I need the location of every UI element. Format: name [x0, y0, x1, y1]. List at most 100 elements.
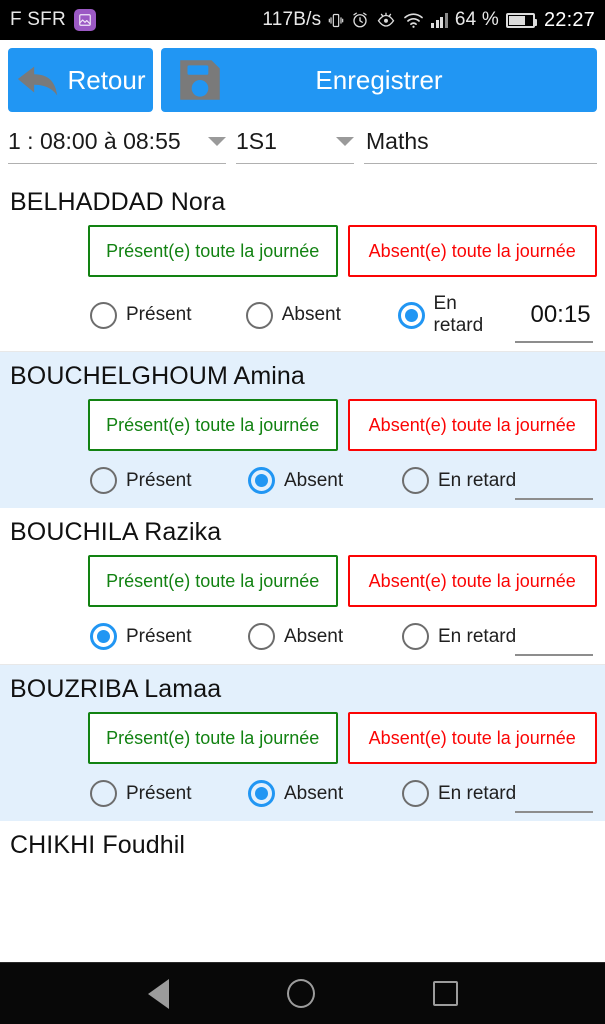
- radio-option-absent[interactable]: Absent: [248, 780, 402, 807]
- classroom-spinner-value: 1S1: [236, 128, 277, 154]
- radio-absent-label: Absent: [284, 625, 344, 647]
- network-speed-label: 117B/s: [262, 9, 322, 30]
- radio-option-absent[interactable]: Absent: [245, 301, 398, 329]
- subject-spinner-value: Maths: [366, 128, 429, 154]
- carrier-label: F SFR: [10, 9, 66, 30]
- image-badge-icon: [73, 9, 96, 31]
- student-row: CHIKHI Foudhil: [0, 821, 605, 878]
- radio-present-icon[interactable]: [90, 301, 117, 329]
- vibrate-icon: [328, 11, 344, 30]
- radio-late-icon[interactable]: [397, 301, 425, 329]
- student-name: CHIKHI Foudhil: [10, 831, 186, 859]
- classroom-spinner[interactable]: 1S1: [236, 128, 354, 164]
- save-button[interactable]: Enregistrer: [161, 48, 597, 112]
- radio-option-late[interactable]: En retard: [397, 293, 511, 337]
- subject-spinner[interactable]: Maths: [364, 128, 597, 164]
- radio-late-label: En retard: [438, 625, 517, 647]
- attendance-radio-group: Présent Absent En retard: [8, 451, 597, 498]
- absent-all-day-label: Absent(e) toute la journée: [368, 727, 576, 748]
- back-arrow-icon: [15, 60, 61, 100]
- cellular-signal-icon: [431, 12, 448, 28]
- eye-care-icon: [376, 11, 396, 29]
- period-spinner-value: 1 : 08:00 à 08:55: [8, 128, 181, 154]
- late-duration-input[interactable]: 00:15: [524, 301, 597, 329]
- radio-option-present[interactable]: Présent: [90, 467, 248, 494]
- all-day-buttons: Présent(e) toute la journée Absent(e) tou…: [8, 555, 597, 607]
- absent-all-day-button[interactable]: Absent(e) toute la journée: [347, 712, 597, 764]
- late-duration-underline: [515, 498, 593, 500]
- radio-late-icon[interactable]: [402, 623, 429, 650]
- period-spinner[interactable]: 1 : 08:00 à 08:55: [8, 128, 226, 164]
- radio-absent-icon[interactable]: [248, 467, 275, 494]
- radio-option-late[interactable]: En retard: [402, 780, 516, 807]
- student-list: BELHADDAD Nora Présent(e) toute la journé…: [0, 178, 605, 878]
- radio-present-icon[interactable]: [90, 623, 117, 650]
- wifi-icon: [403, 12, 424, 29]
- radio-present-icon[interactable]: [90, 467, 117, 494]
- status-bar-right: 117B/s 64 % 22:27: [262, 9, 595, 32]
- radio-late-icon[interactable]: [402, 467, 429, 494]
- alarm-clock-icon: [351, 11, 369, 29]
- radio-present-icon[interactable]: [90, 780, 117, 807]
- present-all-day-button[interactable]: Présent(e) toute la journée: [88, 555, 338, 607]
- floppy-disk-save-icon: [175, 55, 225, 105]
- absent-all-day-label: Absent(e) toute la journée: [368, 240, 576, 261]
- back-button-label: Retour: [67, 64, 146, 95]
- student-name: BOUCHILA Razika: [10, 518, 222, 546]
- present-all-day-button[interactable]: Présent(e) toute la journée: [88, 399, 338, 451]
- nav-back-triangle-icon[interactable]: [147, 978, 169, 1009]
- android-navigation-bar: [0, 962, 605, 1024]
- absent-all-day-label: Absent(e) toute la journée: [368, 570, 576, 591]
- radio-late-label: En retard: [438, 782, 517, 804]
- save-button-label: Enregistrer: [315, 64, 443, 95]
- radio-late-label: En retard: [433, 293, 484, 336]
- radio-late-icon[interactable]: [402, 780, 429, 807]
- radio-present-label: Présent: [126, 304, 192, 325]
- radio-absent-icon[interactable]: [248, 780, 275, 807]
- student-name: BOUCHELGHOUM Amina: [10, 362, 305, 390]
- late-duration-underline: [515, 654, 593, 656]
- radio-present-label: Présent: [126, 469, 192, 491]
- radio-option-present[interactable]: Présent: [90, 623, 248, 650]
- radio-option-absent[interactable]: Absent: [248, 623, 402, 650]
- attendance-radio-group: Présent Absent En retard: [8, 607, 597, 654]
- status-bar: F SFR 117B/s 64 % 22:27: [0, 0, 605, 40]
- attendance-radio-group: Présent Absent En retard 00:15: [8, 277, 597, 341]
- absent-all-day-label: Absent(e) toute la journée: [368, 414, 576, 435]
- student-row: BOUZRIBA Lamaa Présent(e) toute la journé…: [0, 665, 605, 821]
- chevron-down-icon: [208, 137, 226, 146]
- clock-label: 22:27: [543, 8, 595, 31]
- absent-all-day-button[interactable]: Absent(e) toute la journée: [347, 555, 597, 607]
- battery-percent-label: 64 %: [454, 9, 499, 30]
- present-all-day-label: Présent(e) toute la journée: [106, 727, 320, 748]
- present-all-day-label: Présent(e) toute la journée: [106, 414, 320, 435]
- radio-option-late[interactable]: En retard: [402, 467, 516, 494]
- nav-recents-square-icon[interactable]: [432, 981, 458, 1006]
- student-name: BELHADDAD Nora: [10, 188, 226, 216]
- late-duration-underline: [515, 811, 593, 813]
- all-day-buttons: Présent(e) toute la journée Absent(e) tou…: [8, 225, 597, 277]
- chevron-down-icon: [336, 137, 354, 146]
- late-duration-underline: [515, 341, 593, 343]
- student-row: BOUCHILA Razika Présent(e) toute la journ…: [0, 508, 605, 664]
- radio-absent-label: Absent: [281, 304, 341, 325]
- attendance-radio-group: Présent Absent En retard: [8, 764, 597, 811]
- radio-option-absent[interactable]: Absent: [248, 467, 402, 494]
- student-name: BOUZRIBA Lamaa: [10, 675, 222, 703]
- radio-absent-label: Absent: [284, 782, 344, 804]
- radio-option-present[interactable]: Présent: [90, 301, 246, 329]
- present-all-day-button[interactable]: Présent(e) toute la journée: [88, 225, 338, 277]
- toolbar: Retour Enregistrer: [0, 40, 605, 122]
- back-button[interactable]: Retour: [8, 48, 153, 112]
- radio-absent-icon[interactable]: [245, 301, 273, 329]
- radio-option-late[interactable]: En retard: [402, 623, 516, 650]
- absent-all-day-button[interactable]: Absent(e) toute la journée: [347, 399, 597, 451]
- present-all-day-label: Présent(e) toute la journée: [106, 570, 320, 591]
- radio-absent-icon[interactable]: [248, 623, 275, 650]
- absent-all-day-button[interactable]: Absent(e) toute la journée: [347, 225, 597, 277]
- status-bar-left: F SFR: [10, 9, 96, 31]
- nav-home-circle-icon[interactable]: [286, 979, 315, 1008]
- radio-option-present[interactable]: Présent: [90, 780, 248, 807]
- present-all-day-button[interactable]: Présent(e) toute la journée: [88, 712, 338, 764]
- present-all-day-label: Présent(e) toute la journée: [106, 240, 320, 261]
